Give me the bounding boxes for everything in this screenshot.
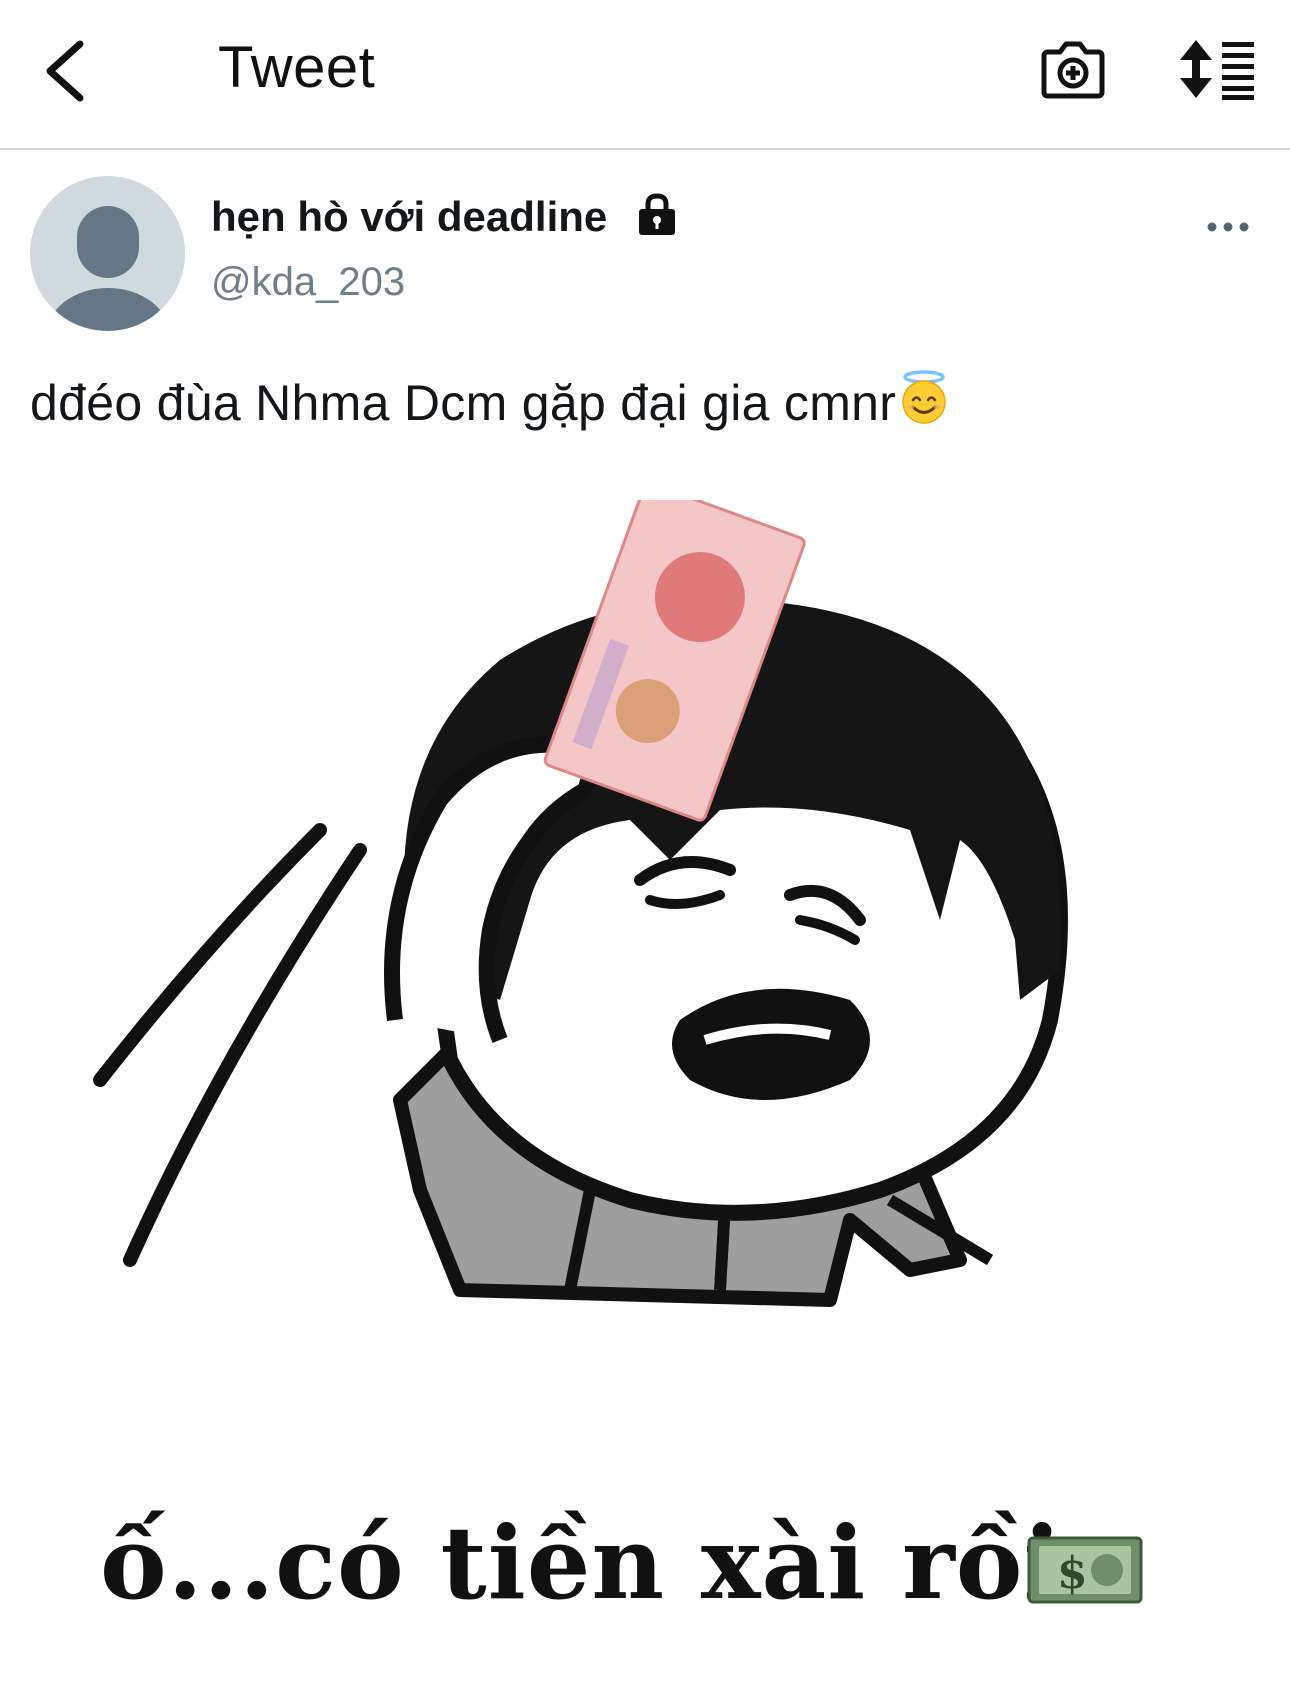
more-options-button[interactable] — [1206, 210, 1250, 244]
top-bar: Tweet — [0, 0, 1290, 150]
camera-plus-icon — [1041, 41, 1105, 99]
user-handle[interactable]: @kda_203 — [211, 260, 405, 305]
lock-icon — [639, 193, 675, 235]
meme-caption: ố...có tiền xài rồi — [100, 1504, 1063, 1622]
sort-lines-icon — [1180, 40, 1254, 100]
default-avatar-icon — [30, 176, 185, 331]
sort-button[interactable] — [1178, 38, 1258, 100]
back-button[interactable] — [38, 36, 98, 106]
chevron-left-icon — [46, 40, 84, 102]
camera-button[interactable] — [1040, 38, 1106, 100]
display-name[interactable]: hẹn hò với deadline — [211, 193, 607, 241]
svg-text:$: $ — [1057, 1548, 1088, 1599]
page-title: Tweet — [218, 35, 376, 100]
tweet-text: dđéo đùa Nhma Dcm gặp đại gia cmnr — [30, 370, 950, 432]
dollar-banknote-icon: $ — [1027, 1536, 1143, 1604]
smiling-face-with-halo-icon — [902, 370, 946, 424]
avatar[interactable] — [30, 176, 185, 331]
tweet-text-content: dđéo đùa Nhma Dcm gặp đại gia cmnr — [30, 375, 897, 431]
ellipsis-icon — [1207, 222, 1249, 232]
